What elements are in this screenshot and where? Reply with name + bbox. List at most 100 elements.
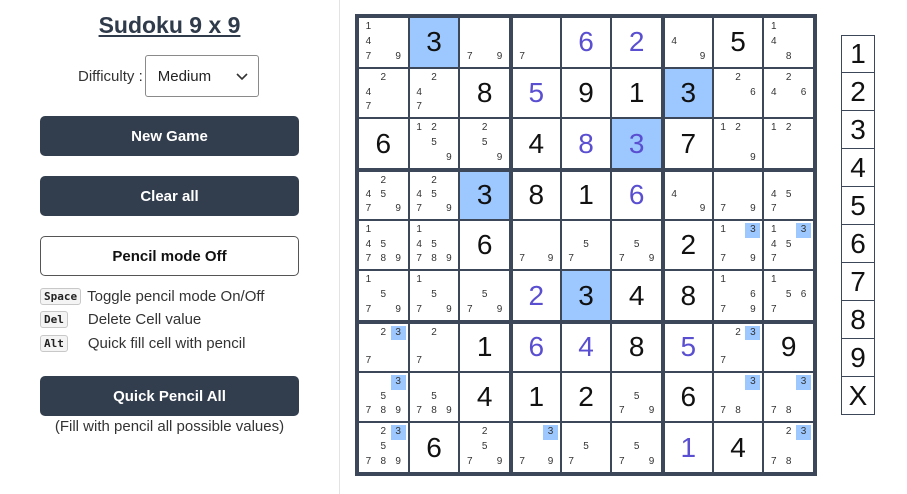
sudoku-cell[interactable]: 7 bbox=[662, 118, 713, 169]
sudoku-cell[interactable]: 9 bbox=[560, 67, 612, 119]
number-button-1[interactable]: 1 bbox=[841, 35, 875, 73]
sudoku-cell[interactable]: 6 bbox=[459, 219, 510, 271]
sudoku-cell[interactable]: 12 9 bbox=[712, 118, 764, 169]
sudoku-cell[interactable]: 23 7 bbox=[712, 321, 764, 372]
clear-all-button[interactable]: Clear all bbox=[40, 176, 299, 216]
sudoku-cell[interactable]: 5 bbox=[662, 321, 713, 372]
sudoku-cell[interactable]: 23 78 bbox=[763, 422, 814, 473]
number-button-9[interactable]: 9 bbox=[841, 339, 875, 377]
sudoku-cell[interactable]: 2457 9 bbox=[358, 169, 409, 220]
pencil-marks: 2457 9 bbox=[361, 174, 406, 217]
sudoku-cell[interactable]: 235789 bbox=[358, 422, 409, 473]
sudoku-cell[interactable]: 1 3 7 9 bbox=[712, 219, 764, 271]
sudoku-cell[interactable]: 8 bbox=[611, 321, 662, 372]
sudoku-cell[interactable]: 6 bbox=[662, 371, 713, 423]
difficulty-select[interactable]: Medium bbox=[144, 55, 259, 97]
sudoku-cell[interactable]: 1 3 457 bbox=[763, 219, 814, 271]
sudoku-cell[interactable]: 2 59 bbox=[459, 118, 510, 169]
sudoku-cell[interactable]: 1 45789 bbox=[408, 219, 460, 271]
sudoku-cell[interactable]: 1 bbox=[459, 321, 510, 372]
sudoku-cell[interactable]: 2 bbox=[510, 270, 561, 321]
sudoku-cell[interactable]: 4 bbox=[510, 118, 561, 169]
sudoku-cell[interactable]: 1 bbox=[611, 67, 662, 119]
sudoku-cell[interactable]: 1 45789 bbox=[358, 219, 409, 271]
sudoku-cell[interactable]: 3 bbox=[459, 169, 510, 220]
sudoku-cell[interactable]: 2 57 9 bbox=[459, 422, 510, 473]
sudoku-cell[interactable]: 26 bbox=[712, 67, 764, 119]
sudoku-cell[interactable]: 7 bbox=[510, 17, 561, 68]
sudoku-cell[interactable]: 5789 bbox=[408, 371, 460, 423]
sudoku-cell[interactable]: 3 7 9 bbox=[510, 422, 561, 473]
sudoku-cell[interactable]: 6 bbox=[358, 118, 409, 169]
sudoku-cell[interactable]: 1 bbox=[510, 371, 561, 423]
erase-number-button[interactable]: X bbox=[841, 377, 875, 415]
pencil-mark bbox=[391, 340, 406, 354]
pencil-mode-button[interactable]: Pencil mode Off bbox=[40, 236, 299, 276]
sudoku-cell[interactable]: 6 bbox=[611, 169, 662, 220]
sudoku-cell[interactable]: 457 bbox=[763, 169, 814, 220]
sudoku-cell[interactable]: 49 bbox=[662, 17, 713, 68]
sudoku-cell[interactable]: 24 7 bbox=[408, 67, 460, 119]
sudoku-cell[interactable]: 57 bbox=[560, 422, 612, 473]
sudoku-cell[interactable]: 1 bbox=[662, 422, 713, 473]
sudoku-cell[interactable]: 1 bbox=[560, 169, 612, 220]
sudoku-cell[interactable]: 2 bbox=[611, 17, 662, 68]
number-button-6[interactable]: 6 bbox=[841, 225, 875, 263]
sudoku-cell[interactable]: 24 7 bbox=[358, 67, 409, 119]
sudoku-cell[interactable]: 3 bbox=[408, 17, 460, 68]
sudoku-cell[interactable]: 23 7 bbox=[358, 321, 409, 372]
sudoku-cell[interactable]: 1567 bbox=[763, 270, 814, 321]
sudoku-cell[interactable]: 4 bbox=[459, 371, 510, 423]
sudoku-cell[interactable]: 8 bbox=[459, 67, 510, 119]
sudoku-cell[interactable]: 5 bbox=[510, 67, 561, 119]
sudoku-cell[interactable]: 27 bbox=[408, 321, 460, 372]
sudoku-cell[interactable]: 2 bbox=[662, 219, 713, 271]
number-button-2[interactable]: 2 bbox=[841, 73, 875, 111]
sudoku-cell[interactable]: 79 bbox=[712, 169, 764, 220]
sudoku-cell[interactable]: 79 bbox=[459, 17, 510, 68]
new-game-button[interactable]: New Game bbox=[40, 116, 299, 156]
sudoku-cell[interactable]: 1 48 bbox=[763, 17, 814, 68]
sudoku-cell[interactable]: 1579 bbox=[408, 270, 460, 321]
sudoku-cell[interactable]: 3 bbox=[611, 118, 662, 169]
number-button-8[interactable]: 8 bbox=[841, 301, 875, 339]
sudoku-cell[interactable]: 3 bbox=[560, 270, 612, 321]
sudoku-cell[interactable]: 35789 bbox=[358, 371, 409, 423]
sudoku-cell[interactable]: 6 bbox=[560, 17, 612, 68]
sudoku-cell[interactable]: 2 bbox=[560, 371, 612, 423]
sudoku-cell[interactable]: 79 bbox=[510, 219, 561, 271]
sudoku-cell[interactable]: 6 bbox=[510, 321, 561, 372]
sudoku-cell[interactable]: 57 bbox=[560, 219, 612, 271]
quick-pencil-button[interactable]: Quick Pencil All bbox=[40, 376, 299, 416]
sudoku-cell[interactable]: 6 bbox=[408, 422, 460, 473]
sudoku-cell[interactable]: 5 bbox=[712, 17, 764, 68]
sudoku-cell[interactable]: 57 9 bbox=[611, 219, 662, 271]
sudoku-cell[interactable]: 1679 bbox=[712, 270, 764, 321]
sudoku-cell[interactable]: 12 bbox=[763, 118, 814, 169]
sudoku-cell[interactable]: 1579 bbox=[358, 270, 409, 321]
pencil-mark bbox=[766, 50, 781, 65]
pencil-mark bbox=[766, 288, 781, 303]
sudoku-cell[interactable]: 57 9 bbox=[611, 422, 662, 473]
sudoku-cell[interactable]: 4 bbox=[611, 270, 662, 321]
number-button-4[interactable]: 4 bbox=[841, 149, 875, 187]
sudoku-cell[interactable]: 3 78 bbox=[763, 371, 814, 423]
sudoku-cell[interactable]: 49 bbox=[662, 169, 713, 220]
sudoku-cell[interactable]: 24 6 bbox=[763, 67, 814, 119]
sudoku-cell[interactable]: 3 78 bbox=[712, 371, 764, 423]
sudoku-cell[interactable]: 3 bbox=[662, 67, 713, 119]
sudoku-cell[interactable]: 12 59 bbox=[408, 118, 460, 169]
number-button-7[interactable]: 7 bbox=[841, 263, 875, 301]
number-button-5[interactable]: 5 bbox=[841, 187, 875, 225]
sudoku-cell[interactable]: 8 bbox=[510, 169, 561, 220]
sudoku-cell[interactable]: 1 4 7 9 bbox=[358, 17, 409, 68]
sudoku-cell[interactable]: 8 bbox=[560, 118, 612, 169]
sudoku-cell[interactable]: 2457 9 bbox=[408, 169, 460, 220]
sudoku-cell[interactable]: 4 bbox=[712, 422, 764, 473]
sudoku-cell[interactable]: 4 bbox=[560, 321, 612, 372]
sudoku-cell[interactable]: 57 9 bbox=[459, 270, 510, 321]
sudoku-cell[interactable]: 57 9 bbox=[611, 371, 662, 423]
number-button-3[interactable]: 3 bbox=[841, 111, 875, 149]
sudoku-cell[interactable]: 9 bbox=[763, 321, 814, 372]
sudoku-cell[interactable]: 8 bbox=[662, 270, 713, 321]
